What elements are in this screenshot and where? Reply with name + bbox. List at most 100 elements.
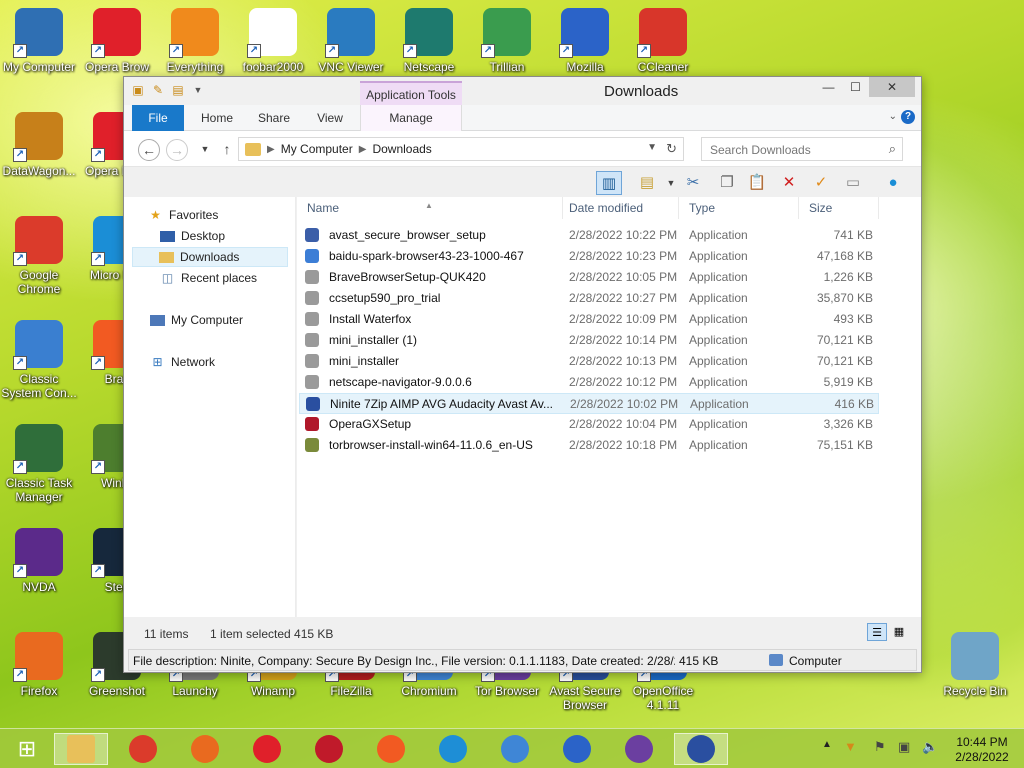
explorer-window[interactable]: ▣ ✎ ▤ ▼ Application Tools Downloads — ☐ … — [123, 76, 922, 673]
breadcrumb-my-computer[interactable]: My Computer — [281, 142, 353, 156]
folder-options-icon[interactable]: ▤ — [634, 171, 660, 195]
file-row[interactable]: baidu-spark-browser43-23-1000-467 2/28/20… — [299, 246, 879, 267]
file-row[interactable]: netscape-navigator-9.0.0.6 2/28/2022 10:1… — [299, 372, 879, 393]
taskbar-app-ninite[interactable] — [674, 733, 728, 765]
refresh-icon[interactable]: ↻ — [666, 141, 677, 157]
taskbar-app-opera[interactable] — [240, 733, 294, 765]
file-row[interactable]: OperaGXSetup 2/28/2022 10:04 PM Applicatio… — [299, 414, 879, 435]
tab-share[interactable]: Share — [254, 105, 294, 131]
desktop-icon-chrome[interactable]: ↗ Google Chrome — [0, 216, 78, 296]
nav-downloads[interactable]: Downloads — [132, 247, 288, 267]
large-icons-view-button[interactable]: ▦ — [889, 623, 909, 641]
file-row[interactable]: mini_installer (1) 2/28/2022 10:14 PM Appl… — [299, 330, 879, 351]
chevron-down-icon[interactable]: ⌄ — [889, 111, 897, 122]
file-row[interactable]: ccsetup590_pro_trial 2/28/2022 10:27 PM Ap… — [299, 288, 879, 309]
chevron-down-icon[interactable]: ▼ — [647, 142, 657, 153]
search-icon: ⌕ — [888, 141, 896, 156]
column-type[interactable]: Type — [679, 197, 799, 219]
desktop-icon-netscape[interactable]: ↗ Netscape — [390, 8, 468, 74]
column-name[interactable]: Name ▲ — [297, 197, 563, 219]
taskbar-app-maxthon[interactable] — [426, 733, 480, 765]
desktop-icon-magnifier[interactable]: ↗ Everything — [156, 8, 234, 74]
taskbar-app-tor[interactable] — [612, 733, 666, 765]
column-date-modified[interactable]: Date modified — [559, 197, 679, 219]
breadcrumb-separator[interactable]: ▶ — [359, 144, 367, 155]
chevron-down-icon[interactable]: ▼ — [190, 82, 206, 98]
help-icon[interactable]: ? — [901, 110, 915, 124]
taskbar-app-brave[interactable] — [364, 733, 418, 765]
search-input[interactable]: Search Downloads ⌕ — [701, 137, 903, 161]
file-row[interactable]: mini_installer 2/28/2022 10:13 PM Applicat… — [299, 351, 879, 372]
delete-icon[interactable]: ✕ — [776, 171, 802, 195]
desktop-icon-vnc[interactable]: ↗ VNC Viewer — [312, 8, 390, 74]
desktop-icon-task-manager[interactable]: ↗ Classic Task Manager — [0, 424, 78, 504]
paste-icon[interactable]: 📋 — [744, 171, 770, 195]
taskbar-app-file-explorer[interactable] — [54, 733, 108, 765]
taskbar-app-opera-gx[interactable] — [302, 733, 356, 765]
details-view-button[interactable]: ☰ — [867, 623, 887, 641]
firefox-icon — [191, 735, 219, 763]
file-row[interactable]: torbrowser-install-win64-11.0.6_en-US 2/2… — [299, 435, 879, 456]
nav-recent-places[interactable]: ◫ Recent places — [160, 268, 257, 288]
desktop-icon-nvda[interactable]: ↗ NVDA — [0, 528, 78, 594]
back-button[interactable]: ← — [138, 139, 160, 161]
security-icon[interactable]: ▼ — [844, 739, 857, 754]
tab-file[interactable]: File — [132, 105, 184, 131]
desktop-icon-opera[interactable]: ↗ Opera Brow — [78, 8, 156, 74]
recent-locations-button[interactable]: ▼ — [194, 139, 216, 161]
desktop-icon-recycle-bin[interactable]: Recycle Bin — [936, 632, 1014, 698]
maximize-button[interactable]: ☐ — [842, 77, 869, 97]
breadcrumb-downloads[interactable]: Downloads — [372, 142, 431, 156]
application-icon — [305, 249, 319, 263]
chevron-up-icon[interactable]: ▲ — [822, 739, 832, 750]
flag-icon[interactable]: ⚑ — [874, 739, 886, 755]
checkmark-icon[interactable]: ✓ — [808, 171, 834, 195]
file-row[interactable]: Install Waterfox 2/28/2022 10:09 PM Applic… — [299, 309, 879, 330]
desktop-icon-foobar[interactable]: ↗ foobar2000 — [234, 8, 312, 74]
desktop-icon-thunderbird[interactable]: ↗ Mozilla — [546, 8, 624, 74]
nav-network[interactable]: ⊞ Network — [150, 352, 215, 372]
start-button[interactable]: ⊞ — [0, 733, 54, 765]
file-row[interactable]: Ninite 7Zip AIMP AVG Audacity Avast Av..… — [299, 393, 879, 414]
desktop-icon-control-panel[interactable]: ↗ Classic System Con... — [0, 320, 78, 400]
layout-pane-icon[interactable]: ▥ — [596, 171, 622, 195]
system-clock[interactable]: 10:44 PM 2/28/2022 — [950, 735, 1014, 765]
desktop-icon-trillian[interactable]: ↗ Trillian — [468, 8, 546, 74]
column-size[interactable]: Size — [799, 197, 879, 219]
folder-icon[interactable]: ▣ — [130, 82, 146, 98]
file-row[interactable]: avast_secure_browser_setup 2/28/2022 10:2… — [299, 225, 879, 246]
copy-icon[interactable]: ❐ — [714, 171, 740, 195]
new-folder-icon[interactable]: ▤ — [170, 82, 186, 98]
network-status-icon[interactable]: ▣ — [898, 739, 910, 755]
nav-favorites[interactable]: ★ Favorites — [148, 205, 218, 225]
taskbar-app-thunderbird[interactable] — [550, 733, 604, 765]
cut-icon[interactable]: ✂ — [680, 171, 706, 195]
tab-manage[interactable]: Manage — [360, 105, 462, 131]
address-bar[interactable]: ▶ My Computer ▶ Downloads ▼ ↻ — [238, 137, 684, 161]
nav-desktop[interactable]: Desktop — [160, 226, 225, 246]
close-button[interactable]: ✕ — [869, 77, 915, 97]
globe-icon[interactable]: ● — [880, 171, 906, 195]
breadcrumb-separator[interactable]: ▶ — [267, 144, 275, 155]
properties-icon[interactable]: ✎ — [150, 82, 166, 98]
taskbar-app-firefox[interactable] — [178, 733, 232, 765]
rename-icon[interactable]: ▭ — [840, 171, 866, 195]
file-type: Application — [689, 270, 748, 284]
desktop-icon-firefox[interactable]: ↗ Firefox — [0, 632, 78, 698]
taskbar-app-chromium[interactable] — [488, 733, 542, 765]
file-row[interactable]: BraveBrowserSetup-QUK420 2/28/2022 10:05 … — [299, 267, 879, 288]
tab-home[interactable]: Home — [198, 105, 236, 131]
minimize-button[interactable]: — — [815, 77, 842, 97]
up-button[interactable]: ↑ — [216, 139, 238, 161]
nav-my-computer[interactable]: My Computer — [150, 310, 243, 330]
selection-summary: 1 item selected 415 KB — [210, 627, 334, 641]
desktop-icon-ccleaner[interactable]: ↗ CCleaner — [624, 8, 702, 74]
details-bar: File description: Ninite, Company: Secur… — [128, 649, 917, 671]
volume-icon[interactable]: 🔈 — [922, 739, 938, 755]
tab-view[interactable]: View — [312, 105, 348, 131]
title-bar[interactable]: ▣ ✎ ▤ ▼ Application Tools Downloads — ☐ … — [124, 77, 921, 105]
taskbar-app-chrome[interactable] — [116, 733, 170, 765]
desktop-icon-datawagon[interactable]: ↗ DataWagon... — [0, 112, 78, 178]
desktop-icon-computer[interactable]: ↗ My Computer — [0, 8, 78, 74]
forward-button[interactable]: → — [166, 139, 188, 161]
